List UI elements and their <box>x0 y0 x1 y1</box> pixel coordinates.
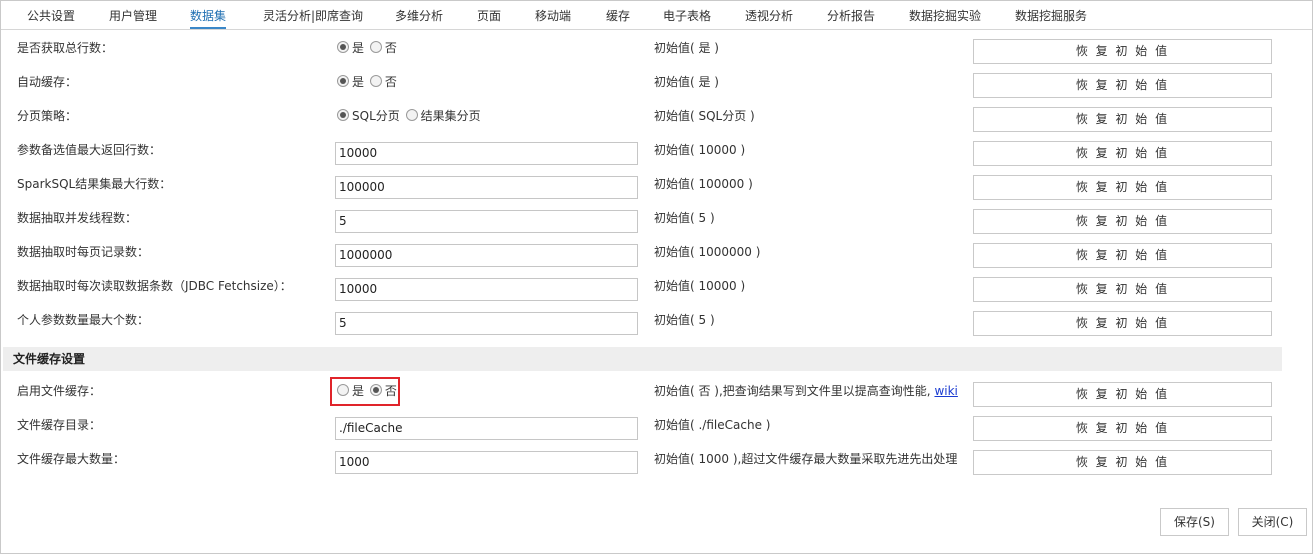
tab-dataset[interactable]: 数据集 <box>190 1 227 29</box>
personal-param-max-input[interactable]: 5 <box>335 312 638 335</box>
initial-value-text: 初始值( 10000 ) <box>654 279 746 293</box>
setting-row-sparksql-max-rows: SparkSQL结果集最大行数： 100000 初始值( 100000 ) 恢 … <box>1 171 1312 205</box>
initial-value-text: 初始值( ./fileCache ) <box>654 418 771 432</box>
initial-value-text: 初始值( 10000 ) <box>654 143 746 157</box>
auto-cache-radio-group: 是 否 <box>337 69 399 103</box>
radio-resultset-paging[interactable] <box>405 109 418 121</box>
radio-resultset-paging-label: 结果集分页 <box>420 109 481 123</box>
setting-label: 启用文件缓存： <box>17 384 102 398</box>
setting-row-extract-page-records: 数据抽取时每页记录数： 1000000 初始值( 1000000 ) 恢 复 初… <box>1 239 1312 273</box>
tab-bar: 公共设置 用户管理 数据集 灵活分析|即席查询 多维分析 页面 移动端 缓存 电… <box>1 1 1312 30</box>
extract-page-records-input[interactable]: 1000000 <box>335 244 638 267</box>
setting-label: 自动缓存： <box>17 75 78 89</box>
reset-default-button[interactable]: 恢 复 初 始 值 <box>973 141 1272 166</box>
radio-yes-label: 是 <box>352 41 365 55</box>
initial-value-text: 初始值( SQL分页 ) <box>654 109 755 123</box>
tab-multidimensional-analysis[interactable]: 多维分析 <box>395 1 443 28</box>
setting-label: 文件缓存最大数量： <box>17 452 126 466</box>
reset-default-button[interactable]: 恢 复 初 始 值 <box>973 382 1272 407</box>
radio-no[interactable] <box>369 75 382 87</box>
jdbc-fetchsize-input[interactable]: 10000 <box>335 278 638 301</box>
tab-mobile[interactable]: 移动端 <box>535 1 571 28</box>
setting-label: 数据抽取并发线程数： <box>17 211 138 225</box>
setting-label: SparkSQL结果集最大行数： <box>17 177 172 191</box>
setting-label: 数据抽取时每次读取数据条数（JDBC Fetchsize）： <box>17 279 292 293</box>
initial-value-text: 初始值( 1000 ),超过文件缓存最大数量采取先进先出处理 <box>654 452 958 466</box>
reset-default-button[interactable]: 恢 复 初 始 值 <box>973 39 1272 64</box>
initial-value-desc: 初始值( 否 ),把查询结果写到文件里以提高查询性能, <box>654 384 931 398</box>
tab-page[interactable]: 页面 <box>477 1 501 28</box>
setting-label: 文件缓存目录： <box>17 418 102 432</box>
radio-no[interactable] <box>369 41 382 53</box>
reset-default-button[interactable]: 恢 复 初 始 值 <box>973 107 1272 132</box>
initial-value-text: 初始值( 5 ) <box>654 313 715 327</box>
highlight-annotation-box <box>330 377 400 406</box>
setting-row-file-cache-directory: 文件缓存目录： ./fileCache 初始值( ./fileCache ) 恢… <box>1 412 1312 446</box>
radio-no-label: 否 <box>384 41 397 55</box>
initial-value-text: 初始值( 5 ) <box>654 211 715 225</box>
setting-row-extract-threads: 数据抽取并发线程数： 5 初始值( 5 ) 恢 复 初 始 值 <box>1 205 1312 239</box>
tab-common-settings[interactable]: 公共设置 <box>27 1 75 28</box>
settings-dialog: 公共设置 用户管理 数据集 灵活分析|即席查询 多维分析 页面 移动端 缓存 电… <box>0 0 1313 554</box>
reset-default-button[interactable]: 恢 复 初 始 值 <box>973 209 1272 234</box>
file-cache-section-header: 文件缓存设置 <box>3 347 1282 371</box>
setting-label: 是否获取总行数： <box>17 41 114 55</box>
reset-default-button[interactable]: 恢 复 初 始 值 <box>973 175 1272 200</box>
tab-data-mining-service[interactable]: 数据挖掘服务 <box>1015 1 1087 28</box>
reset-default-button[interactable]: 恢 复 初 始 值 <box>973 416 1272 441</box>
initial-value-text: 初始值( 是 ) <box>654 41 719 55</box>
tab-pivot-analysis[interactable]: 透视分析 <box>745 1 793 28</box>
close-button[interactable]: 关闭(C) <box>1238 508 1307 536</box>
paging-strategy-radio-group: SQL分页 结果集分页 <box>337 103 483 137</box>
tab-analysis-report[interactable]: 分析报告 <box>827 1 875 28</box>
radio-no-label: 否 <box>384 75 397 89</box>
initial-value-text: 初始值( 否 ),把查询结果写到文件里以提高查询性能, wiki <box>654 378 958 412</box>
setting-row-personal-param-max: 个人参数数量最大个数： 5 初始值( 5 ) 恢 复 初 始 值 <box>1 307 1312 341</box>
radio-yes[interactable] <box>337 41 349 53</box>
radio-sql-paging-label: SQL分页 <box>352 109 400 123</box>
initial-value-text: 初始值( 是 ) <box>654 75 719 89</box>
initial-value-text: 初始值( 100000 ) <box>654 177 753 191</box>
reset-default-button[interactable]: 恢 复 初 始 值 <box>973 243 1272 268</box>
setting-row-paging-strategy: 分页策略： SQL分页 结果集分页 初始值( SQL分页 ) 恢 复 初 始 值 <box>1 103 1312 137</box>
tab-flexible-analysis[interactable]: 灵活分析|即席查询 <box>263 1 363 28</box>
setting-label: 分页策略： <box>17 109 78 123</box>
setting-row-jdbc-fetchsize: 数据抽取时每次读取数据条数（JDBC Fetchsize）： 10000 初始值… <box>1 273 1312 307</box>
reset-default-button[interactable]: 恢 复 初 始 值 <box>973 73 1272 98</box>
wiki-link[interactable]: wiki <box>934 384 957 398</box>
radio-sql-paging[interactable] <box>337 109 349 121</box>
setting-row-get-total-rows: 是否获取总行数： 是 否 初始值( 是 ) 恢 复 初 始 值 <box>1 35 1312 69</box>
reset-default-button[interactable]: 恢 复 初 始 值 <box>973 277 1272 302</box>
setting-row-param-max-rows: 参数备选值最大返回行数： 10000 初始值( 10000 ) 恢 复 初 始 … <box>1 137 1312 171</box>
file-cache-max-count-input[interactable]: 1000 <box>335 451 638 474</box>
tab-spreadsheet[interactable]: 电子表格 <box>663 1 711 28</box>
initial-value-text: 初始值( 1000000 ) <box>654 245 761 259</box>
reset-default-button[interactable]: 恢 复 初 始 值 <box>973 311 1272 336</box>
tab-data-mining-experiment[interactable]: 数据挖掘实验 <box>909 1 981 28</box>
setting-row-file-cache-max-count: 文件缓存最大数量： 1000 初始值( 1000 ),超过文件缓存最大数量采取先… <box>1 446 1312 480</box>
param-max-rows-input[interactable]: 10000 <box>335 142 638 165</box>
setting-row-auto-cache: 自动缓存： 是 否 初始值( 是 ) 恢 复 初 始 值 <box>1 69 1312 103</box>
save-button[interactable]: 保存(S) <box>1160 508 1229 536</box>
setting-row-enable-file-cache: 启用文件缓存： 是 否 初始值( 否 ),把查询结果写到文件里以提高查询性能, … <box>1 378 1312 412</box>
file-cache-directory-input[interactable]: ./fileCache <box>335 417 638 440</box>
setting-label: 数据抽取时每页记录数： <box>17 245 150 259</box>
setting-label: 个人参数数量最大个数： <box>17 313 150 327</box>
get-total-rows-radio-group: 是 否 <box>337 35 399 69</box>
tab-cache[interactable]: 缓存 <box>606 1 630 28</box>
radio-yes-label: 是 <box>352 75 365 89</box>
sparksql-max-rows-input[interactable]: 100000 <box>335 176 638 199</box>
reset-default-button[interactable]: 恢 复 初 始 值 <box>973 450 1272 475</box>
radio-yes[interactable] <box>337 75 349 87</box>
setting-label: 参数备选值最大返回行数： <box>17 143 162 157</box>
tab-user-management[interactable]: 用户管理 <box>109 1 157 28</box>
extract-threads-input[interactable]: 5 <box>335 210 638 233</box>
